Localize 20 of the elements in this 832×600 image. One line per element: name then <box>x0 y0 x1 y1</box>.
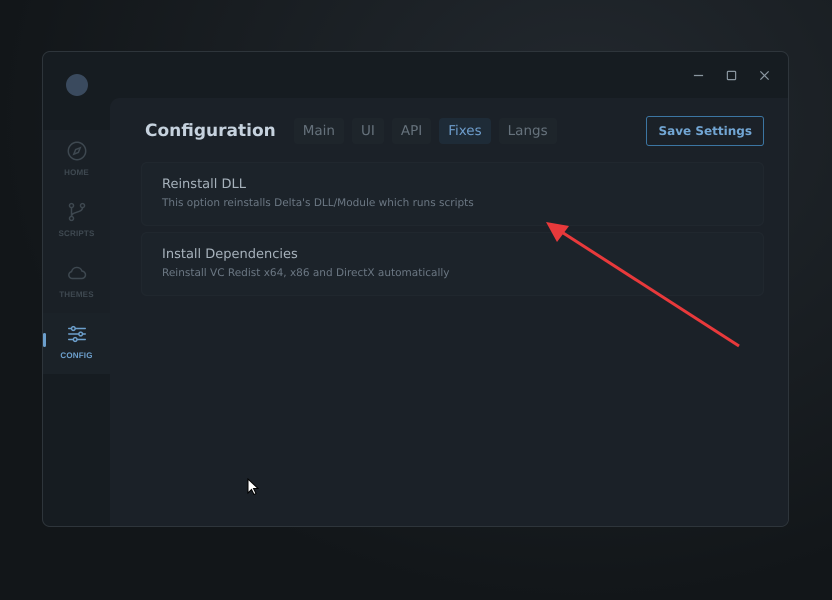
avatar-icon <box>66 74 88 96</box>
option-card[interactable]: Reinstall DLL This option reinstalls Delta's DLL/Module which runs scripts <box>141 162 764 226</box>
option-description: This option reinstalls Delta's DLL/Module which runs scripts <box>162 197 475 209</box>
option-card[interactable]: Install Dependencies Reinstall VC Redist x64, x86 and DirectX automatically <box>141 232 764 296</box>
option-title: Reinstall DLL <box>162 177 247 192</box>
option-description: Reinstall VC Redist x64, x86 and DirectX automatically <box>162 267 450 279</box>
nav-item[interactable]: CONFIG <box>43 313 110 374</box>
maximize-icon[interactable] <box>726 70 737 80</box>
sliders-icon <box>66 323 88 345</box>
tab[interactable]: Main <box>294 118 344 144</box>
save-settings-button[interactable]: Save Settings <box>646 116 764 146</box>
close-icon[interactable] <box>759 70 770 80</box>
tab[interactable]: UI <box>352 118 384 144</box>
tab[interactable]: Langs <box>498 118 557 144</box>
tab[interactable]: API <box>392 118 432 144</box>
mouse-cursor-icon <box>247 478 259 496</box>
page-title: Configuration <box>145 121 276 141</box>
option-title: Install Dependencies <box>162 247 299 262</box>
compass-icon <box>66 140 88 162</box>
tab[interactable]: Fixes <box>439 118 491 144</box>
